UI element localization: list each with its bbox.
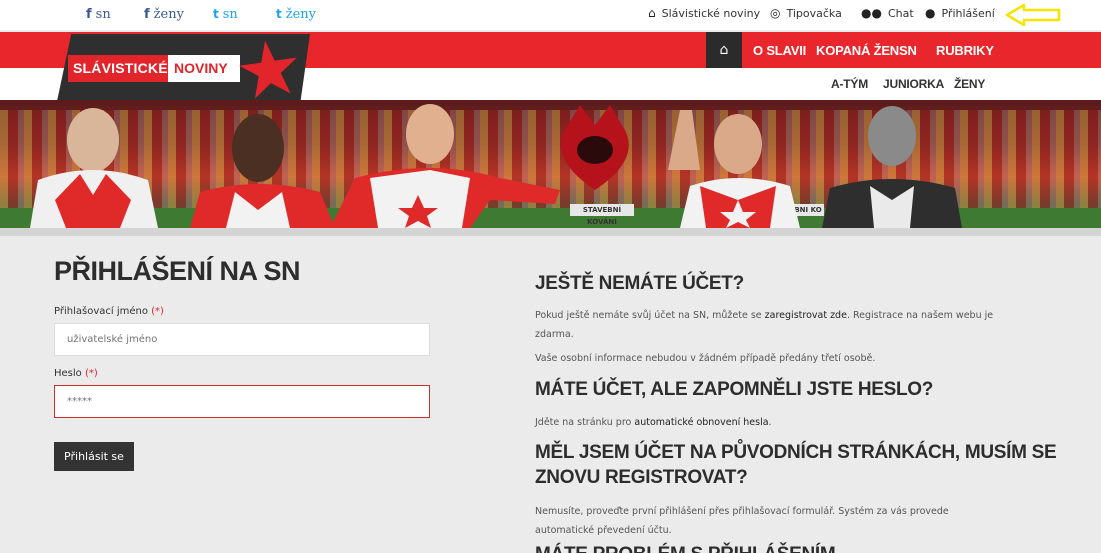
twitter-icon: t (276, 7, 282, 21)
password-input[interactable] (54, 385, 430, 418)
forgot-password-text: Jděte na stránku pro automatické obnoven… (535, 417, 772, 428)
nav-item-rubriky[interactable]: RUBRIKY (936, 43, 994, 58)
facebook-icon: f (86, 7, 92, 22)
subnav-item-zeny[interactable]: ŽENY (954, 77, 985, 91)
nav-item-sn[interactable]: SN (899, 43, 917, 58)
user-icon: ● (925, 6, 936, 20)
password-label: Heslo (*) (54, 368, 98, 379)
nav-home-button[interactable]: ⌂ (706, 32, 742, 68)
header-banner-image: STAVEBNÍ KOVÁNÍ BNI KO (0, 100, 1101, 228)
page-title: PŘIHLÁŠENÍ NA SN (54, 256, 301, 286)
mask-icon: ◎ (770, 6, 781, 20)
required-mark: (*) (151, 306, 164, 317)
register-link[interactable]: zaregistrovat zde (765, 310, 847, 321)
util-link-tipovacka[interactable]: ◎ Tipovačka (770, 6, 842, 20)
forgot-password-heading: MÁTE ÚČET, ALE ZAPOMNĚLI JSTE HESLO? (535, 379, 934, 400)
util-link-chat[interactable]: ●● Chat (861, 6, 914, 20)
no-account-heading: JEŠTĚ NEMÁTE ÚČET? (535, 273, 744, 294)
util-link-prihlaseni[interactable]: ● Přihlášení (925, 6, 995, 20)
no-account-text: Pokud ještě nemáte svůj účet na SN, může… (535, 310, 994, 340)
subnav-item-juniorka[interactable]: JUNIORKA (883, 77, 944, 91)
logo-text-noviny[interactable]: NOVINY (174, 60, 228, 76)
facebook-icon: f (144, 7, 150, 22)
nav-item-kopana-zen[interactable]: KOPANÁ ŽEN (816, 43, 899, 58)
annotation-arrow-icon (1005, 3, 1061, 27)
banner-bottom-strip (0, 228, 1101, 236)
subnav-item-a-tym[interactable]: A-TÝM (831, 77, 868, 91)
required-mark: (*) (84, 368, 98, 379)
username-label: Přihlašovací jméno (*) (54, 306, 164, 317)
banner-players-illustration (30, 104, 962, 228)
users-icon: ●● (861, 6, 882, 20)
top-bar: f sn f ženy t sn t ženy ⌂ Slávistické noviny … (0, 0, 1101, 30)
util-link-noviny[interactable]: ⌂ Slávistické noviny (648, 6, 760, 20)
old-account-text: Nemusíte, proveďte první přihlášení přes… (535, 506, 949, 536)
old-account-heading: MĚL JSEM ÚČET NA PŮVODNÍCH STRÁNKÁCH, MU… (535, 442, 1057, 488)
nav-item-o-slavii[interactable]: O SLAVII (753, 43, 806, 58)
login-submit-button[interactable]: Přihlásit se (54, 442, 134, 471)
logo-text-slavisticke[interactable]: SLÁVISTICKÉ (73, 60, 168, 76)
twitter-icon: t (213, 7, 219, 21)
twitter-zeny-link[interactable]: t ženy (276, 7, 316, 22)
facebook-zeny-link[interactable]: f ženy (144, 7, 184, 22)
home-icon: ⌂ (648, 6, 656, 20)
password-reset-link[interactable]: automatické obnovení hesla (634, 417, 768, 428)
privacy-text: Vaše osobní informace nebudou v žádném p… (535, 353, 876, 364)
star-logo-icon (239, 40, 297, 99)
username-input[interactable] (54, 323, 430, 356)
home-icon: ⌂ (719, 42, 729, 58)
login-problem-heading: MÁTE PROBLÉM S PŘIHLÁŠENÍM (535, 542, 836, 553)
twitter-sn-link[interactable]: t sn (213, 7, 238, 22)
facebook-sn-link[interactable]: f sn (86, 7, 111, 22)
